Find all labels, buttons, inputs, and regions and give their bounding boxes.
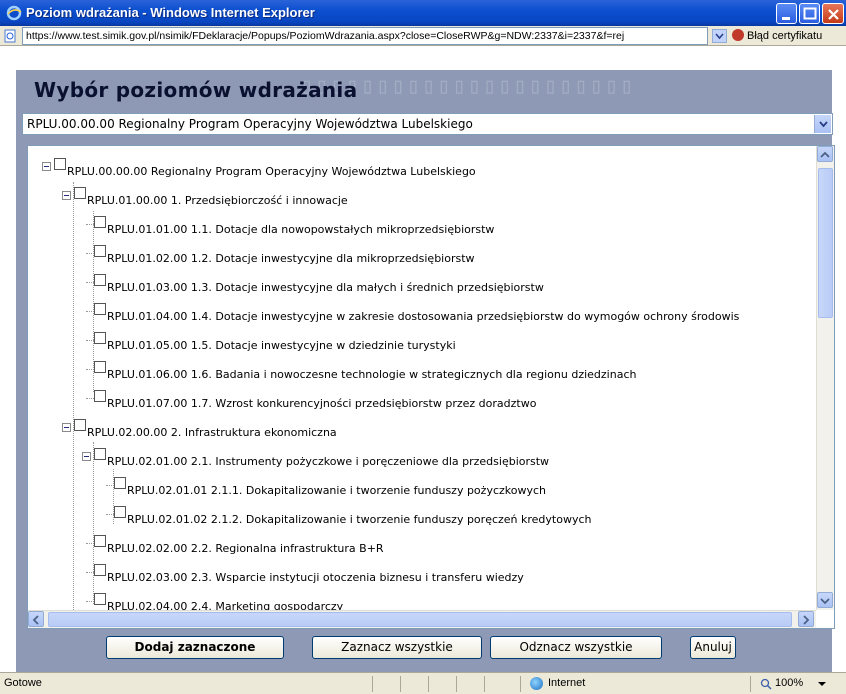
horizontal-scroll-thumb[interactable] (48, 612, 792, 627)
tree-node-label: RPLU.02.02.00 2.2. Regionalna infrastruk… (107, 542, 384, 555)
scroll-down-icon[interactable] (817, 592, 833, 608)
tree-node: RPLU.00.00.00 Regionalny Program Operacy… (28, 158, 816, 182)
tree-node: RPLU.01.06.00 1.6. Badania i nowoczesne … (28, 361, 816, 385)
tree-node: RPLU.01.03.00 1.3. Dotacje inwestycyjne … (28, 274, 816, 298)
tree-node-label: RPLU.02.01.02 2.1.2. Dokapitalizowanie i… (127, 513, 592, 526)
browser-window: Poziom wdrażania - Windows Internet Expl… (0, 0, 846, 694)
collapse-icon[interactable] (62, 191, 71, 200)
collapse-icon[interactable] (62, 423, 71, 432)
tree-node: RPLU.01.04.00 1.4. Dotacje inwestycyjne … (28, 303, 816, 327)
window-title: Poziom wdrażania - Windows Internet Expl… (26, 5, 315, 20)
horizontal-scrollbar[interactable] (28, 610, 816, 628)
tree-node: RPLU.02.04.00 2.4. Marketing gospodarczy (28, 593, 816, 610)
page-icon (4, 29, 16, 43)
status-bar: Gotowe Internet 100% (0, 672, 846, 694)
tree-checkbox[interactable] (94, 390, 106, 402)
tree-guide-line (93, 442, 94, 604)
vertical-scroll-thumb[interactable] (818, 168, 833, 318)
tree-checkbox[interactable] (94, 274, 106, 286)
tree-node: RPLU.02.01.02 2.1.2. Dokapitalizowanie i… (28, 506, 816, 530)
tree-node: RPLU.02.02.00 2.2. Regionalna infrastruk… (28, 535, 816, 559)
tree-node-label: RPLU.02.04.00 2.4. Marketing gospodarczy (107, 600, 344, 610)
minimize-button[interactable] (776, 3, 797, 24)
tree-node: RPLU.02.01.00 2.1. Instrumenty pożyczkow… (28, 448, 816, 472)
tree-node: RPLU.01.05.00 1.5. Dotacje inwestycyjne … (28, 332, 816, 356)
tree-guide-line (113, 469, 114, 524)
tree-node: RPLU.01.02.00 1.2. Dotacje inwestycyjne … (28, 245, 816, 269)
zoom-icon (760, 678, 772, 690)
program-select[interactable]: RPLU.00.00.00 Regionalny Program Operacy… (22, 113, 833, 135)
tree-node-label: RPLU.02.01.01 2.1.1. Dokapitalizowanie i… (127, 484, 547, 497)
shield-error-icon (732, 29, 744, 41)
tree-checkbox[interactable] (94, 216, 106, 228)
tree-checkbox[interactable] (74, 419, 86, 431)
status-text: Gotowe (4, 677, 42, 689)
tree-node-label: RPLU.02.01.00 2.1. Instrumenty pożyczkow… (107, 455, 550, 468)
select-all-button[interactable]: Zaznacz wszystkie (312, 636, 482, 659)
tree-checkbox[interactable] (94, 332, 106, 344)
tree-checkbox[interactable] (114, 477, 126, 489)
collapse-icon[interactable] (42, 162, 51, 171)
tree-checkbox[interactable] (94, 535, 106, 547)
dialog-title: Wybór poziomów wdrażania (34, 78, 358, 102)
tree-checkbox[interactable] (94, 448, 106, 460)
tree-node: RPLU.01.07.00 1.7. Wzrost konkurencyjnoś… (28, 390, 816, 414)
tree-node-label: RPLU.01.02.00 1.2. Dotacje inwestycyjne … (107, 252, 475, 265)
tree-checkbox[interactable] (94, 564, 106, 576)
tree-node-label: RPLU.01.05.00 1.5. Dotacje inwestycyjne … (107, 339, 456, 352)
tree-guide-line (93, 211, 94, 392)
maximize-button[interactable] (799, 3, 820, 24)
tree-node-label: RPLU.01.07.00 1.7. Wzrost konkurencyjnoś… (107, 397, 537, 410)
title-bar: Poziom wdrażania - Windows Internet Expl… (0, 0, 846, 26)
cert-error-label: Błąd certyfikatu (747, 30, 823, 42)
tree-node-label: RPLU.01.03.00 1.3. Dotacje inwestycyjne … (107, 281, 544, 294)
url-field[interactable]: https://www.test.simik.gov.pl/nsimik/FDe… (22, 27, 708, 45)
header-decoration: ▯▯▯▯▯▯▯▯▯▯▯▯▯▯▯▯▯▯▯▯▯▯ (300, 74, 636, 99)
scroll-left-icon[interactable] (28, 611, 44, 627)
tree-view: RPLU.00.00.00 Regionalny Program Operacy… (28, 146, 816, 610)
tree-node-label: RPLU.01.04.00 1.4. Dotacje inwestycyjne … (107, 310, 740, 323)
tree-checkbox[interactable] (94, 593, 106, 605)
tree-node: RPLU.02.03.00 2.3. Wsparcie instytucji o… (28, 564, 816, 588)
collapse-icon[interactable] (82, 452, 91, 461)
scroll-up-icon[interactable] (817, 146, 833, 162)
tree-node: RPLU.02.00.00 2. Infrastruktura ekonomic… (28, 419, 816, 443)
vertical-scrollbar[interactable] (816, 146, 834, 610)
program-select-value: RPLU.00.00.00 Regionalny Program Operacy… (27, 117, 473, 131)
certificate-error[interactable]: Błąd certyfikatu (732, 29, 822, 42)
zoom-dropdown-icon[interactable] (818, 681, 826, 687)
tree-guide-line (73, 182, 74, 610)
tree-checkbox[interactable] (54, 158, 66, 170)
cancel-button[interactable]: Anuluj (690, 636, 736, 659)
tree-node-label: RPLU.01.06.00 1.6. Badania i nowoczesne … (107, 368, 637, 381)
tree-checkbox[interactable] (114, 506, 126, 518)
tree-node: RPLU.01.00.00 1. Przedsiębiorczość i inn… (28, 187, 816, 211)
tree-node-label: RPLU.02.00.00 2. Infrastruktura ekonomic… (87, 426, 337, 439)
ie-icon (6, 5, 22, 21)
tree-node: RPLU.02.01.01 2.1.1. Dokapitalizowanie i… (28, 477, 816, 501)
tree-checkbox[interactable] (74, 187, 86, 199)
tree-checkbox[interactable] (94, 303, 106, 315)
tree-checkbox[interactable] (94, 245, 106, 257)
url-dropdown-icon[interactable] (712, 29, 727, 43)
chevron-down-icon[interactable] (814, 115, 831, 133)
tree-checkbox[interactable] (94, 361, 106, 373)
zone-label: Internet (548, 677, 586, 689)
add-selected-button[interactable]: Dodaj zaznaczone (106, 636, 284, 659)
address-bar: https://www.test.simik.gov.pl/nsimik/FDe… (0, 26, 846, 46)
tree-node-label: RPLU.00.00.00 Regionalny Program Operacy… (67, 165, 476, 178)
dialog-buttons: Dodaj zaznaczone Zaznacz wszystkie Odzna… (0, 636, 846, 662)
zoom-level[interactable]: 100% (775, 677, 803, 689)
tree-node-label: RPLU.02.03.00 2.3. Wsparcie instytucji o… (107, 571, 524, 584)
deselect-all-button[interactable]: Odznacz wszystkie (490, 636, 662, 659)
tree-panel: RPLU.00.00.00 Regionalny Program Operacy… (27, 145, 835, 629)
tree-node-label: RPLU.01.00.00 1. Przedsiębiorczość i inn… (87, 194, 348, 207)
scroll-right-icon[interactable] (798, 611, 814, 627)
tree-node: RPLU.01.01.00 1.1. Dotacje dla nowopowst… (28, 216, 816, 240)
globe-icon (530, 677, 543, 690)
close-button[interactable] (822, 3, 844, 24)
tree-node-label: RPLU.01.01.00 1.1. Dotacje dla nowopowst… (107, 223, 495, 236)
